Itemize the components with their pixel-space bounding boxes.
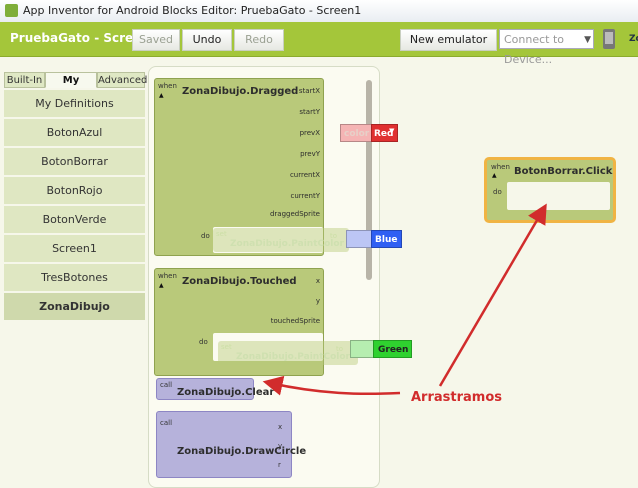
arrow-to-canvas-block <box>438 203 547 387</box>
annotation-arrows <box>262 203 547 396</box>
annotation-text: Arrastramos <box>411 390 503 405</box>
arrow-to-clear <box>262 375 401 396</box>
